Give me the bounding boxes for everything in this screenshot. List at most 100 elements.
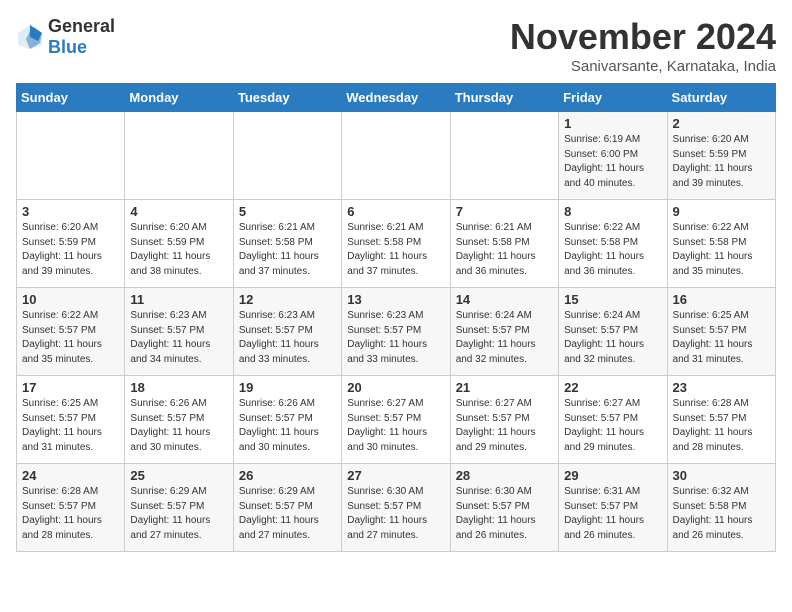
calendar-day-cell: 17 Sunrise: 6:25 AM Sunset: 5:57 PM Dayli…	[17, 376, 125, 464]
day-of-week-header: Tuesday	[233, 84, 341, 112]
calendar-day-cell: 8 Sunrise: 6:22 AM Sunset: 5:58 PM Daylig…	[559, 200, 667, 288]
day-info: Sunrise: 6:29 AM Sunset: 5:57 PM Dayligh…	[239, 485, 336, 543]
day-of-week-header: Wednesday	[342, 84, 450, 112]
day-info: Sunrise: 6:25 AM Sunset: 5:57 PM Dayligh…	[673, 309, 770, 367]
calendar-day-cell: 19 Sunrise: 6:26 AM Sunset: 5:57 PM Dayli…	[233, 376, 341, 464]
calendar-day-cell: 28 Sunrise: 6:30 AM Sunset: 5:57 PM Dayli…	[450, 464, 558, 552]
day-number: 28	[456, 468, 553, 483]
day-of-week-header: Monday	[125, 84, 233, 112]
calendar-day-cell: 5 Sunrise: 6:21 AM Sunset: 5:58 PM Daylig…	[233, 200, 341, 288]
calendar-day-cell	[450, 112, 558, 200]
day-info: Sunrise: 6:27 AM Sunset: 5:57 PM Dayligh…	[347, 397, 444, 455]
day-number: 9	[673, 204, 770, 219]
calendar-day-cell: 15 Sunrise: 6:24 AM Sunset: 5:57 PM Dayli…	[559, 288, 667, 376]
calendar-day-cell: 22 Sunrise: 6:27 AM Sunset: 5:57 PM Dayli…	[559, 376, 667, 464]
day-number: 19	[239, 380, 336, 395]
calendar-day-cell: 7Sunrise: 6:21 AM Sunset: 5:58 PM Daylig…	[450, 200, 558, 288]
calendar-day-cell	[125, 112, 233, 200]
calendar-day-cell: 25 Sunrise: 6:29 AM Sunset: 5:57 PM Dayli…	[125, 464, 233, 552]
day-number: 29	[564, 468, 661, 483]
day-info: Sunrise: 6:26 AM Sunset: 5:57 PM Dayligh…	[130, 397, 227, 455]
day-number: 2	[673, 116, 770, 131]
day-number: 13	[347, 292, 444, 307]
calendar-day-cell: 4 Sunrise: 6:20 AM Sunset: 5:59 PM Daylig…	[125, 200, 233, 288]
day-info: Sunrise: 6:30 AM Sunset: 5:57 PM Dayligh…	[456, 485, 553, 543]
title-area: November 2024 Sanivarsante, Karnataka, I…	[510, 16, 776, 75]
day-info: Sunrise: 6:20 AM Sunset: 5:59 PM Dayligh…	[22, 221, 119, 279]
calendar-day-cell	[17, 112, 125, 200]
logo: General Blue	[16, 16, 115, 58]
day-info: Sunrise: 6:20 AM Sunset: 5:59 PM Dayligh…	[130, 221, 227, 279]
month-title: November 2024	[510, 16, 776, 58]
day-number: 6	[347, 204, 444, 219]
day-number: 27	[347, 468, 444, 483]
day-number: 20	[347, 380, 444, 395]
day-info: Sunrise: 6:23 AM Sunset: 5:57 PM Dayligh…	[130, 309, 227, 367]
day-number: 21	[456, 380, 553, 395]
day-info: Sunrise: 6:21 AM Sunset: 5:58 PM Dayligh…	[347, 221, 444, 279]
logo-general: General	[48, 16, 115, 36]
day-info: Sunrise: 6:22 AM Sunset: 5:57 PM Dayligh…	[22, 309, 119, 367]
day-number: 26	[239, 468, 336, 483]
logo-icon	[16, 23, 44, 51]
location-title: Sanivarsante, Karnataka, India	[510, 58, 776, 75]
calendar-day-cell: 27 Sunrise: 6:30 AM Sunset: 5:57 PM Dayli…	[342, 464, 450, 552]
calendar-day-cell: 10Sunrise: 6:22 AM Sunset: 5:57 PM Dayli…	[17, 288, 125, 376]
calendar-day-cell: 21 Sunrise: 6:27 AM Sunset: 5:57 PM Dayli…	[450, 376, 558, 464]
day-number: 22	[564, 380, 661, 395]
calendar-header-row: SundayMondayTuesdayWednesdayThursdayFrid…	[17, 84, 776, 112]
day-info: Sunrise: 6:27 AM Sunset: 5:57 PM Dayligh…	[564, 397, 661, 455]
calendar-day-cell: 26 Sunrise: 6:29 AM Sunset: 5:57 PM Dayli…	[233, 464, 341, 552]
day-info: Sunrise: 6:28 AM Sunset: 5:57 PM Dayligh…	[673, 397, 770, 455]
day-number: 25	[130, 468, 227, 483]
calendar-day-cell: 11Sunrise: 6:23 AM Sunset: 5:57 PM Dayli…	[125, 288, 233, 376]
day-number: 8	[564, 204, 661, 219]
calendar-body: 1 Sunrise: 6:19 AM Sunset: 6:00 PM Daylig…	[17, 112, 776, 552]
day-info: Sunrise: 6:22 AM Sunset: 5:58 PM Dayligh…	[564, 221, 661, 279]
header: General Blue November 2024 Sanivarsante,…	[16, 16, 776, 75]
day-info: Sunrise: 6:21 AM Sunset: 5:58 PM Dayligh…	[239, 221, 336, 279]
calendar-week-row: 10Sunrise: 6:22 AM Sunset: 5:57 PM Dayli…	[17, 288, 776, 376]
day-number: 1	[564, 116, 661, 131]
day-info: Sunrise: 6:29 AM Sunset: 5:57 PM Dayligh…	[130, 485, 227, 543]
day-info: Sunrise: 6:24 AM Sunset: 5:57 PM Dayligh…	[456, 309, 553, 367]
day-number: 30	[673, 468, 770, 483]
calendar-day-cell: 30Sunrise: 6:32 AM Sunset: 5:58 PM Dayli…	[667, 464, 775, 552]
day-of-week-header: Sunday	[17, 84, 125, 112]
calendar-day-cell: 12Sunrise: 6:23 AM Sunset: 5:57 PM Dayli…	[233, 288, 341, 376]
day-number: 17	[22, 380, 119, 395]
calendar-day-cell: 6 Sunrise: 6:21 AM Sunset: 5:58 PM Daylig…	[342, 200, 450, 288]
day-info: Sunrise: 6:31 AM Sunset: 5:57 PM Dayligh…	[564, 485, 661, 543]
day-info: Sunrise: 6:25 AM Sunset: 5:57 PM Dayligh…	[22, 397, 119, 455]
day-info: Sunrise: 6:27 AM Sunset: 5:57 PM Dayligh…	[456, 397, 553, 455]
day-info: Sunrise: 6:19 AM Sunset: 6:00 PM Dayligh…	[564, 133, 661, 191]
day-of-week-header: Friday	[559, 84, 667, 112]
day-number: 16	[673, 292, 770, 307]
day-number: 18	[130, 380, 227, 395]
day-number: 23	[673, 380, 770, 395]
day-number: 3	[22, 204, 119, 219]
day-number: 15	[564, 292, 661, 307]
calendar-day-cell: 23 Sunrise: 6:28 AM Sunset: 5:57 PM Dayli…	[667, 376, 775, 464]
day-of-week-header: Thursday	[450, 84, 558, 112]
day-info: Sunrise: 6:28 AM Sunset: 5:57 PM Dayligh…	[22, 485, 119, 543]
day-info: Sunrise: 6:21 AM Sunset: 5:58 PM Dayligh…	[456, 221, 553, 279]
calendar-day-cell	[233, 112, 341, 200]
day-info: Sunrise: 6:30 AM Sunset: 5:57 PM Dayligh…	[347, 485, 444, 543]
calendar-day-cell: 16 Sunrise: 6:25 AM Sunset: 5:57 PM Dayli…	[667, 288, 775, 376]
calendar-day-cell: 3 Sunrise: 6:20 AM Sunset: 5:59 PM Daylig…	[17, 200, 125, 288]
calendar-week-row: 1 Sunrise: 6:19 AM Sunset: 6:00 PM Daylig…	[17, 112, 776, 200]
day-info: Sunrise: 6:20 AM Sunset: 5:59 PM Dayligh…	[673, 133, 770, 191]
calendar-day-cell: 29 Sunrise: 6:31 AM Sunset: 5:57 PM Dayli…	[559, 464, 667, 552]
day-info: Sunrise: 6:24 AM Sunset: 5:57 PM Dayligh…	[564, 309, 661, 367]
day-info: Sunrise: 6:26 AM Sunset: 5:57 PM Dayligh…	[239, 397, 336, 455]
calendar-week-row: 3 Sunrise: 6:20 AM Sunset: 5:59 PM Daylig…	[17, 200, 776, 288]
day-number: 4	[130, 204, 227, 219]
logo-blue: Blue	[48, 37, 87, 57]
calendar-table: SundayMondayTuesdayWednesdayThursdayFrid…	[16, 83, 776, 552]
calendar-day-cell: 24 Sunrise: 6:28 AM Sunset: 5:57 PM Dayli…	[17, 464, 125, 552]
day-number: 5	[239, 204, 336, 219]
day-number: 24	[22, 468, 119, 483]
calendar-day-cell: 13Sunrise: 6:23 AM Sunset: 5:57 PM Dayli…	[342, 288, 450, 376]
calendar-day-cell: 2 Sunrise: 6:20 AM Sunset: 5:59 PM Daylig…	[667, 112, 775, 200]
